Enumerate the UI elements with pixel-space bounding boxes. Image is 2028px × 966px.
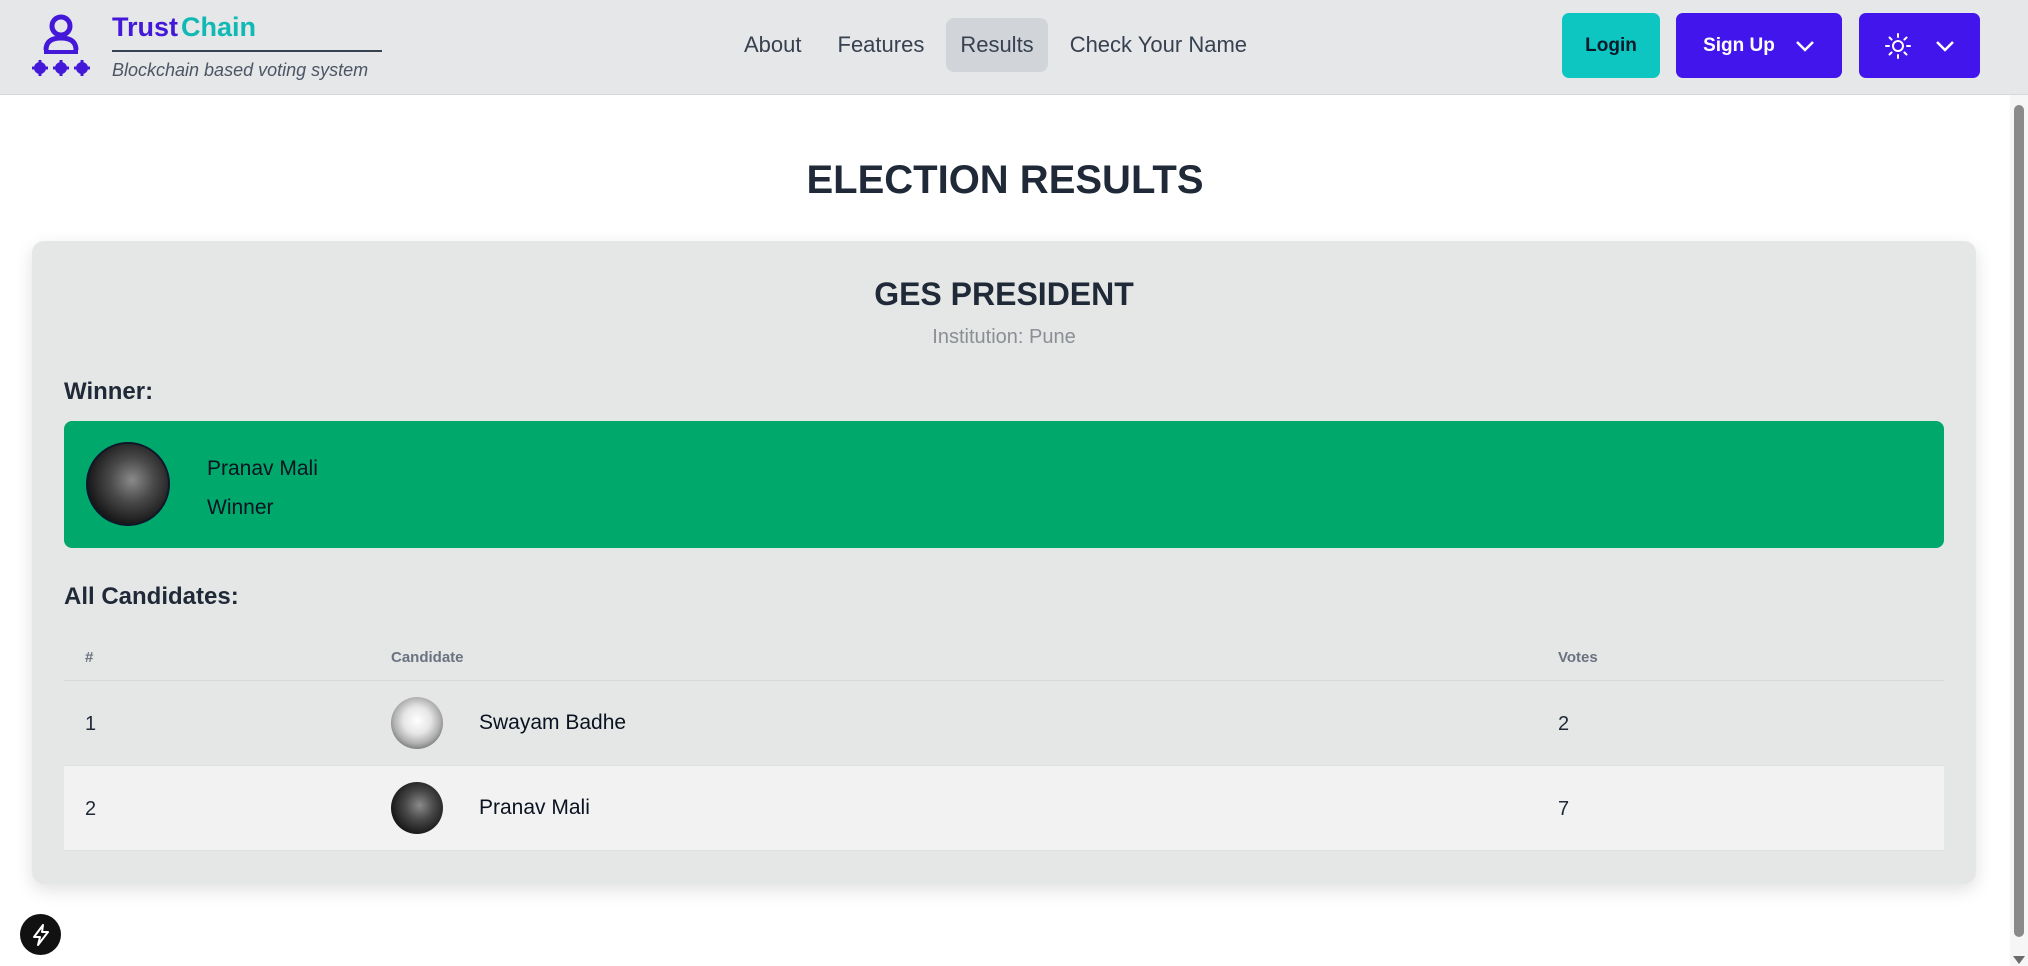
signup-label: Sign Up <box>1703 34 1775 56</box>
winner-name: Pranav Mali <box>207 457 318 480</box>
candidate-avatar <box>391 782 443 834</box>
nav-check-your-name[interactable]: Check Your Name <box>1056 18 1261 72</box>
brand-name-part2: Chain <box>181 12 257 42</box>
nav-features[interactable]: Features <box>824 18 939 72</box>
all-candidates-heading: All Candidates: <box>64 583 239 610</box>
theme-toggle-button[interactable] <box>1859 13 1980 78</box>
candidate-name: Pranav Mali <box>479 796 590 819</box>
election-title: GES PRESIDENT <box>874 276 1134 312</box>
brand-name-part1: Trust <box>112 12 179 42</box>
header-num: # <box>85 649 94 666</box>
chevron-down-icon <box>1935 40 1954 52</box>
winner-avatar <box>86 442 170 526</box>
table-header: # Candidate Votes <box>64 633 1944 681</box>
candidate-votes: 2 <box>1558 713 1570 735</box>
candidate-votes: 7 <box>1558 798 1570 820</box>
chevron-down-icon <box>1796 40 1814 52</box>
table-row: 1 Swayam Badhe 2 <box>64 681 1944 766</box>
header-votes: Votes <box>1558 649 1598 666</box>
winner-label: Winner <box>207 496 274 519</box>
candidate-avatar <box>391 697 443 749</box>
main-nav: About Features Results Check Your Name <box>730 18 1261 72</box>
sun-icon <box>1884 32 1911 59</box>
login-button[interactable]: Login <box>1562 13 1660 78</box>
winner-heading: Winner: <box>64 378 154 405</box>
vertical-scrollbar[interactable] <box>2010 95 2028 966</box>
nav-about[interactable]: About <box>730 18 816 72</box>
candidates-table: # Candidate Votes 1 Swayam Badhe 2 2 Pra… <box>64 633 1944 851</box>
brand-tagline: Blockchain based voting system <box>112 60 369 80</box>
brand-text: Trust Chain Blockchain based voting syste… <box>112 12 382 81</box>
row-num: 2 <box>85 798 97 820</box>
header-candidate: Candidate <box>391 649 464 666</box>
nav-results[interactable]: Results <box>946 18 1048 72</box>
institution-label: Institution: Pune <box>932 326 1076 348</box>
election-card: GES PRESIDENT Institution: Pune Winner: … <box>32 241 1976 884</box>
candidate-name: Swayam Badhe <box>479 711 627 734</box>
scroll-down-arrow-icon[interactable] <box>2013 956 2025 964</box>
brand[interactable]: Trust Chain Blockchain based voting syste… <box>30 12 382 81</box>
table-row: 2 Pranav Mali 7 <box>64 766 1944 851</box>
scrollbar-thumb[interactable] <box>2014 105 2024 937</box>
brand-name: Trust Chain <box>112 12 382 42</box>
row-num: 1 <box>85 713 97 735</box>
navbar: Trust Chain Blockchain based voting syste… <box>0 0 2028 95</box>
login-label: Login <box>1585 34 1637 56</box>
voters-group-icon <box>32 14 90 76</box>
signup-button[interactable]: Sign Up <box>1676 13 1842 78</box>
lightning-icon <box>32 923 49 946</box>
page-title: ELECTION RESULTS <box>806 158 1204 202</box>
winner-box: Pranav Mali Winner <box>64 421 1944 548</box>
brand-divider <box>112 50 382 52</box>
dev-tools-button[interactable] <box>20 914 61 955</box>
